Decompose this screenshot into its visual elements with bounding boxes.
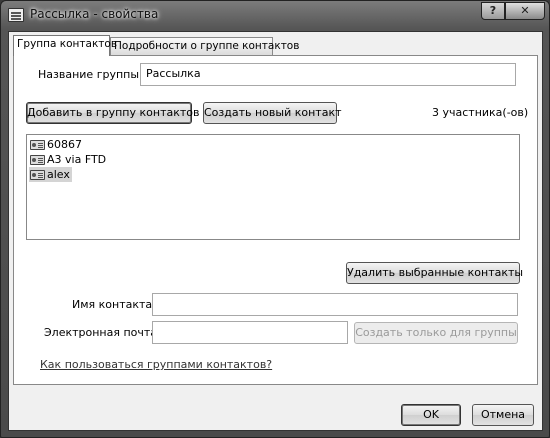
window-title: Рассылка - свойства <box>30 7 159 21</box>
close-icon: ✕ <box>520 4 530 17</box>
contact-name-input[interactable] <box>152 293 518 316</box>
list-item[interactable]: A3 via FTD <box>29 152 106 167</box>
help-button[interactable]: ? <box>481 2 505 20</box>
help-link[interactable]: Как пользоваться группами контактов? <box>40 358 272 371</box>
member-name: alex <box>47 168 70 181</box>
tab-group-details[interactable]: Подробности о группе контактов <box>110 37 299 55</box>
group-name-label: Название группы: <box>38 68 143 81</box>
contact-name-label: Имя контакта: <box>72 298 156 311</box>
list-item[interactable]: 60867 <box>29 137 82 152</box>
member-count: 3 участника(-ов) <box>432 106 529 119</box>
remove-selected-contacts-button[interactable]: Удалить выбранные контакты <box>346 262 523 284</box>
create-new-contact-button[interactable]: Создать новый контакт <box>203 102 342 124</box>
title-bar[interactable]: Рассылка - свойства ? ✕ <box>1 1 549 31</box>
create-for-group-only-button[interactable]: Создать только для группы <box>354 322 518 344</box>
member-name: A3 via FTD <box>47 153 107 166</box>
contact-card-icon <box>30 140 45 150</box>
email-label: Электронная почта: <box>44 326 161 339</box>
group-name-input[interactable]: Рассылка <box>140 63 516 86</box>
contact-card-icon <box>30 170 45 180</box>
contact-group-icon <box>8 8 24 22</box>
cancel-button[interactable]: Отмена <box>472 404 534 426</box>
tab-panel: Название группы: Рассылка Добавить в гру… <box>13 55 538 385</box>
member-name: 60867 <box>47 138 82 151</box>
contact-card-icon <box>30 155 45 165</box>
dialog-client-area: Группа контактов Подробности о группе ко… <box>8 31 543 431</box>
tab-contact-group[interactable]: Группа контактов <box>13 35 117 56</box>
ok-button[interactable]: OK <box>401 404 461 426</box>
list-item[interactable]: alex <box>29 167 72 182</box>
member-list[interactable]: 60867 A3 via FTD alex <box>26 134 520 240</box>
dialog-window: Рассылка - свойства ? ✕ Группа контактов… <box>0 0 550 438</box>
close-button[interactable]: ✕ <box>505 2 545 20</box>
add-to-group-button[interactable]: Добавить в группу контактов <box>26 102 200 124</box>
email-input[interactable] <box>152 321 348 344</box>
